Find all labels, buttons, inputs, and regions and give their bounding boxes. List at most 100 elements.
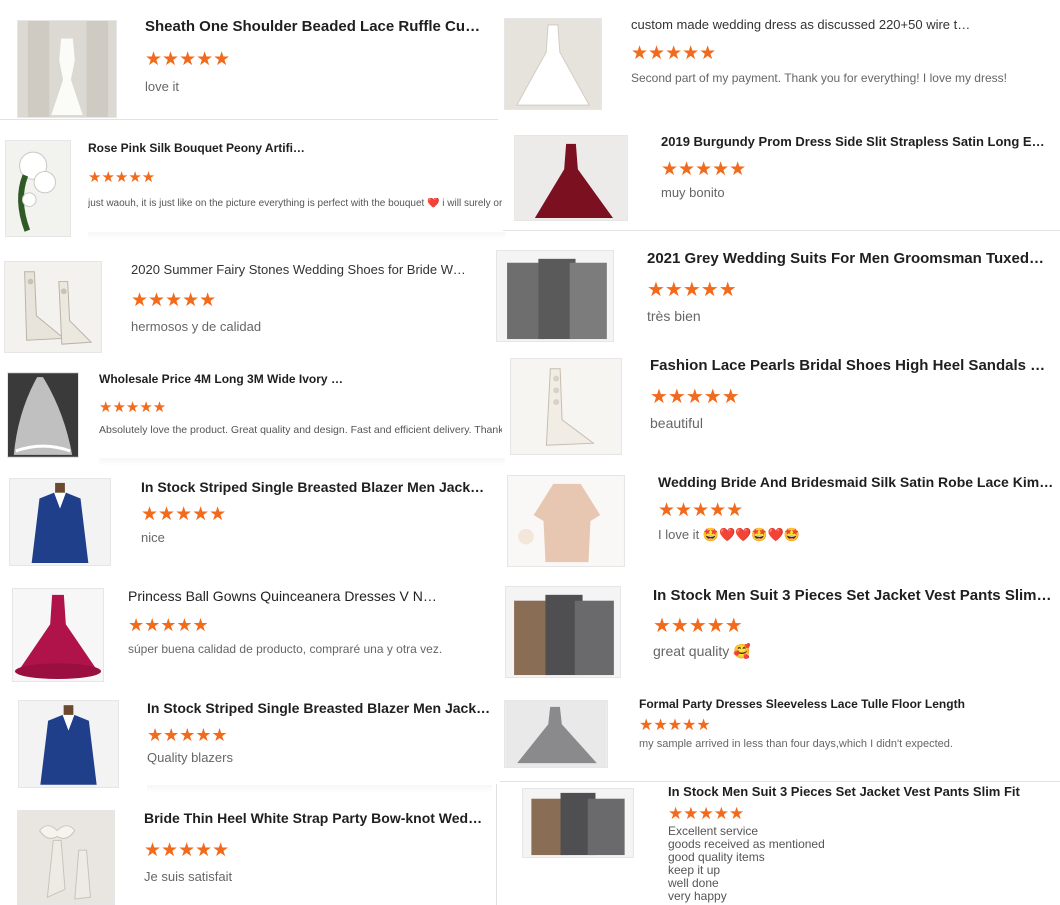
- product-title[interactable]: 2019 Burgundy Prom Dress Side Slit Strap…: [661, 134, 1051, 149]
- product-thumbnail[interactable]: [504, 700, 608, 768]
- star-rating: ★★★★★: [658, 500, 744, 521]
- star-rating: ★★★★★: [131, 290, 217, 311]
- card-divider: [147, 785, 492, 793]
- review-comment: Je suis satisfait: [144, 869, 233, 884]
- review-comment: Second part of my payment. Thank you for…: [631, 71, 1007, 85]
- product-title[interactable]: Wholesale Price 4M Long 3M Wide Ivory Wa…: [99, 372, 349, 386]
- star-rating: ★★★★★: [99, 399, 167, 416]
- product-title[interactable]: Fashion Lace Pearls Bridal Shoes High He…: [650, 357, 1055, 374]
- card-divider: [88, 232, 505, 240]
- product-title[interactable]: Wedding Bride And Bridesmaid Silk Satin …: [658, 474, 1058, 490]
- star-rating: ★★★★★: [147, 725, 228, 745]
- comment-line: very happy: [668, 889, 727, 903]
- review-comment: beautiful: [650, 415, 703, 431]
- star-rating: ★★★★★: [145, 49, 231, 70]
- star-rating: ★★★★★: [653, 615, 743, 637]
- product-thumbnail[interactable]: [5, 140, 71, 237]
- product-thumbnail[interactable]: [18, 700, 119, 788]
- product-title[interactable]: In Stock Striped Single Breasted Blazer …: [147, 700, 492, 716]
- product-title[interactable]: Formal Party Dresses Sleeveless Lace Tul…: [639, 697, 1019, 711]
- product-title[interactable]: 2021 Grey Wedding Suits For Men Groomsma…: [647, 250, 1047, 267]
- white-ball-gown-image: [505, 19, 601, 109]
- grey-tulle-dress-image: [505, 701, 607, 767]
- review-card[interactable]: In Stock Men Suit 3 Pieces Set Jacket Ve…: [505, 578, 1060, 683]
- product-thumbnail[interactable]: [496, 250, 614, 342]
- review-card[interactable]: Rose Pink Silk Bouquet Peony Artificial …: [0, 128, 505, 240]
- star-rating: ★★★★★: [668, 804, 745, 823]
- star-rating: ★★★★★: [631, 43, 717, 64]
- product-thumbnail[interactable]: [9, 478, 111, 566]
- product-thumbnail[interactable]: [522, 788, 634, 858]
- brown-suits-image: [506, 587, 620, 677]
- satin-robe-image: [508, 476, 624, 566]
- blue-blazer-image: [10, 479, 110, 565]
- product-thumbnail[interactable]: [504, 18, 602, 110]
- red-ball-gown-image: [13, 589, 103, 681]
- crystal-sandals-image: [5, 262, 101, 352]
- star-rating: ★★★★★: [141, 504, 227, 525]
- product-thumbnail[interactable]: [507, 475, 625, 567]
- review-comment: hermosos y de calidad: [131, 319, 262, 334]
- product-title[interactable]: Princess Ball Gowns Quinceanera Dresses …: [128, 588, 438, 604]
- review-comment: my sample arrived in less than four days…: [639, 738, 953, 750]
- product-title[interactable]: 2020 Summer Fairy Stones Wedding Shoes f…: [131, 262, 471, 277]
- review-comment: I love it 🤩❤️❤️🤩❤️🤩: [658, 527, 800, 542]
- review-card[interactable]: Princess Ball Gowns Quinceanera Dresses …: [0, 578, 500, 683]
- review-card[interactable]: 2021 Grey Wedding Suits For Men Groomsma…: [496, 240, 1060, 345]
- review-comment: súper buena calidad de producto, comprar…: [128, 642, 443, 656]
- star-rating: ★★★★★: [661, 159, 747, 180]
- product-thumbnail[interactable]: [514, 135, 628, 221]
- review-card[interactable]: In Stock Striped Single Breasted Blazer …: [0, 470, 500, 572]
- product-title[interactable]: Sheath One Shoulder Beaded Lace Ruffle C…: [145, 18, 485, 35]
- lace-veil-image: [8, 373, 78, 457]
- product-thumbnail[interactable]: [510, 358, 622, 455]
- review-card[interactable]: Fashion Lace Pearls Bridal Shoes High He…: [505, 350, 1060, 455]
- product-title[interactable]: Bride Thin Heel White Strap Party Bow-kn…: [144, 810, 489, 826]
- column-divider: [496, 784, 497, 905]
- review-card[interactable]: 2019 Burgundy Prom Dress Side Slit Strap…: [503, 125, 1060, 231]
- review-comment: nice: [141, 530, 165, 545]
- star-rating: ★★★★★: [88, 169, 156, 186]
- star-rating: ★★★★★: [650, 386, 740, 408]
- product-title[interactable]: In Stock Men Suit 3 Pieces Set Jacket Ve…: [668, 784, 1053, 799]
- grey-suits-image: [497, 251, 613, 341]
- star-rating: ★★★★★: [647, 279, 737, 301]
- review-card[interactable]: Sheath One Shoulder Beaded Lace Ruffle C…: [0, 0, 498, 120]
- review-card[interactable]: In Stock Striped Single Breasted Blazer …: [0, 690, 500, 794]
- product-title[interactable]: Rose Pink Silk Bouquet Peony Artificial …: [88, 141, 308, 155]
- card-divider: [99, 458, 505, 466]
- burgundy-gown-image: [515, 136, 627, 220]
- star-rating: ★★★★★: [639, 717, 711, 734]
- review-comment: Absolutely love the product. Great quali…: [99, 424, 502, 436]
- product-thumbnail[interactable]: [4, 261, 102, 353]
- star-rating: ★★★★★: [144, 840, 230, 861]
- pearl-heels-image: [511, 359, 621, 454]
- review-card[interactable]: Wedding Bride And Bridesmaid Silk Satin …: [505, 465, 1060, 575]
- bow-heels-image: [18, 811, 114, 904]
- star-rating: ★★★★★: [128, 615, 209, 635]
- review-comment: love it: [145, 79, 179, 94]
- product-thumbnail[interactable]: [505, 586, 621, 678]
- blue-blazer-image: [19, 701, 118, 787]
- product-title[interactable]: In Stock Men Suit 3 Pieces Set Jacket Ve…: [653, 587, 1053, 604]
- review-card[interactable]: Formal Party Dresses Sleeveless Lace Tul…: [500, 690, 1060, 782]
- review-comment: muy bonito: [661, 185, 725, 200]
- review-card[interactable]: Bride Thin Heel White Strap Party Bow-kn…: [0, 800, 500, 905]
- product-thumbnail[interactable]: [17, 810, 115, 905]
- review-card[interactable]: 2020 Summer Fairy Stones Wedding Shoes f…: [0, 247, 505, 353]
- product-thumbnail[interactable]: [17, 20, 117, 118]
- review-comment: just waouh, it is just like on the pictu…: [88, 198, 502, 209]
- review-card[interactable]: Wholesale Price 4M Long 3M Wide Ivory Wa…: [0, 360, 505, 466]
- product-thumbnail[interactable]: [7, 372, 79, 458]
- review-card[interactable]: custom made wedding dress as discussed 2…: [503, 0, 1060, 118]
- review-card[interactable]: In Stock Men Suit 3 Pieces Set Jacket Ve…: [496, 784, 1060, 905]
- review-comment: très bien: [647, 308, 701, 324]
- product-title[interactable]: In Stock Striped Single Breasted Blazer …: [141, 479, 491, 495]
- review-comment: Quality blazers: [147, 750, 233, 765]
- product-thumbnail[interactable]: [12, 588, 104, 682]
- review-comment: great quality 🥰: [653, 643, 751, 659]
- product-title[interactable]: custom made wedding dress as discussed 2…: [631, 17, 971, 32]
- brown-suits-image: [523, 789, 633, 857]
- white-bouquet-image: [6, 141, 70, 236]
- white-mermaid-dress-image: [18, 21, 116, 117]
